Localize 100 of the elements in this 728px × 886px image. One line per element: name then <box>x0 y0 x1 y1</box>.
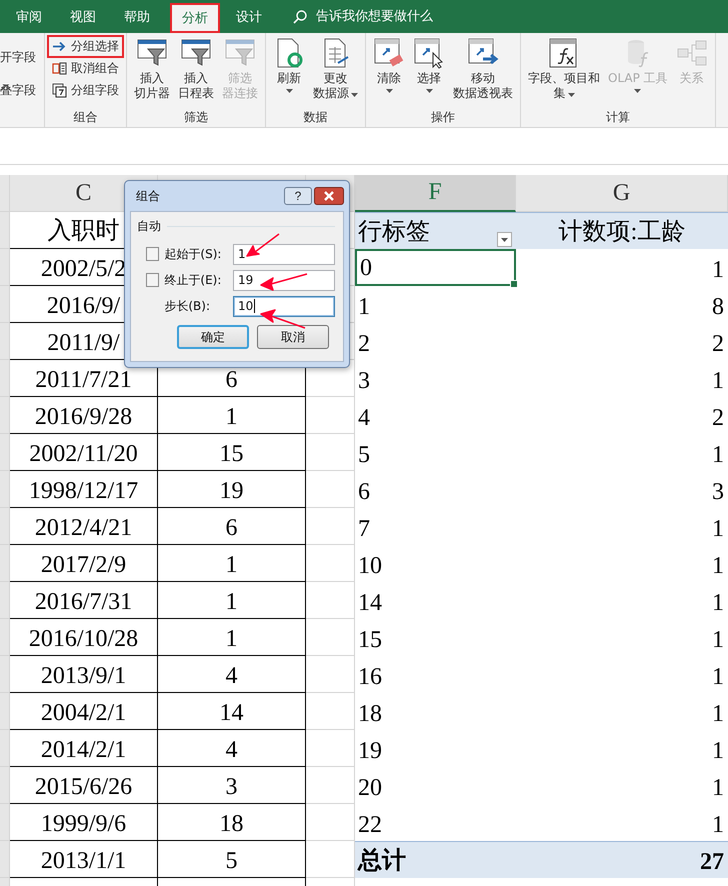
checkbox[interactable] <box>146 273 160 287</box>
ribbon-command[interactable]: 选择 <box>410 35 448 109</box>
column-header[interactable]: F <box>355 175 516 212</box>
group-label: 计算 <box>604 109 631 126</box>
pivot-label-cell[interactable]: 4 <box>355 397 516 434</box>
ribbon-command[interactable]: 插入 切片器 <box>131 35 173 109</box>
search-icon <box>292 8 308 24</box>
table-cell: 1998/12/17 <box>10 471 158 508</box>
ribbon-command[interactable]: 取消组合 <box>49 59 122 78</box>
table-cell: 4 <box>158 656 306 693</box>
table-cell: 14 <box>158 693 306 730</box>
table-cell: 2016/9/28 <box>10 397 158 434</box>
row-header[interactable] <box>0 545 10 582</box>
row-header[interactable] <box>0 841 10 878</box>
ribbon-command[interactable]: 分组字段 <box>49 81 122 100</box>
pivot-label-cell[interactable]: 6 <box>355 471 516 508</box>
calendar-icon <box>52 83 67 98</box>
ribbon-command[interactable]: 更改 数据源 <box>310 35 361 109</box>
pivot-label-cell[interactable]: 5 <box>355 434 516 471</box>
ribbon-command[interactable]: 字段、项目和 集 <box>525 35 603 109</box>
row-header[interactable] <box>0 619 10 656</box>
row-header[interactable] <box>0 693 10 730</box>
pivot-label-cell[interactable]: 15 <box>355 619 516 656</box>
pivot-value-cell-text: 1 <box>711 700 725 729</box>
row-header[interactable] <box>0 249 10 286</box>
arrow-icon <box>52 39 67 54</box>
pivot-label-cell[interactable]: 7 <box>355 508 516 545</box>
pivot-value-header: 计数项:工龄 <box>516 212 728 249</box>
ungroup-icon <box>52 61 67 76</box>
row-header[interactable] <box>0 767 10 804</box>
group-label: 操作 <box>430 109 456 126</box>
dialog-button[interactable]: 确定 <box>177 325 249 349</box>
pivot-label-cell[interactable]: 16 <box>355 656 516 693</box>
input-field[interactable]: 19 <box>233 270 335 290</box>
pivot-label-cell[interactable]: 20 <box>355 767 516 804</box>
ribbon-tab[interactable]: 审阅 <box>4 0 54 33</box>
checkbox[interactable] <box>146 247 160 261</box>
row-header[interactable] <box>0 804 10 841</box>
row-header[interactable] <box>0 730 10 767</box>
input-field[interactable]: 1 <box>233 244 335 264</box>
row-header[interactable] <box>0 508 10 545</box>
ribbon-command[interactable]: 分组选择 <box>49 37 122 56</box>
caret-icon <box>634 89 642 94</box>
ribbon-command[interactable]: 清除 <box>370 35 408 109</box>
table-cell: 3 <box>158 767 306 804</box>
pivot-value-cell-text: 3 <box>711 478 725 507</box>
pivot-label-cell[interactable]: 1 <box>355 286 516 323</box>
close-icon <box>323 191 335 201</box>
close-button[interactable] <box>314 187 344 205</box>
column-header[interactable]: G <box>516 175 728 212</box>
ribbon-command[interactable]: 叠字段 <box>0 82 44 99</box>
pivot-label-cell[interactable]: 0 <box>355 249 516 286</box>
corner-header[interactable] <box>0 175 10 212</box>
pivot-label-cell[interactable]: 18 <box>355 693 516 730</box>
row-header[interactable] <box>0 286 10 323</box>
table-cell: 1 <box>158 582 306 619</box>
filter-dropdown-icon[interactable] <box>497 232 512 247</box>
dialog-button[interactable]: 取消 <box>257 325 329 349</box>
row-header[interactable] <box>0 582 10 619</box>
group-label: 数据 <box>302 109 328 126</box>
row-header[interactable] <box>0 212 10 249</box>
pivot-label-cell[interactable]: 14 <box>355 582 516 619</box>
pivot-label-cell[interactable]: 3 <box>355 360 516 397</box>
caret-icon <box>351 92 358 98</box>
row-header[interactable] <box>0 434 10 471</box>
ribbon-tab[interactable]: 分析 <box>170 3 220 33</box>
row-header[interactable] <box>0 323 10 360</box>
pivot-label-cell[interactable]: 19 <box>355 730 516 767</box>
field-label: 起始于(S): <box>164 246 222 262</box>
pivot-label-cell[interactable]: 2 <box>355 323 516 360</box>
ribbon-command[interactable]: 移动 数据透视表 <box>450 35 516 109</box>
pivot-value-cell-text: 1 <box>711 774 725 803</box>
pivot-label-cell[interactable]: 22 <box>355 804 516 841</box>
group-label: 组合 <box>72 109 98 126</box>
pivot-label-cell[interactable]: 10 <box>355 545 516 582</box>
pivot-value-cell-text: 2 <box>711 404 725 433</box>
table-cell: 1 <box>158 619 306 656</box>
row-header[interactable] <box>0 360 10 397</box>
help-button[interactable]: ? <box>284 187 312 205</box>
clear-icon <box>373 37 405 69</box>
row-header[interactable] <box>0 471 10 508</box>
table-cell: 4 <box>158 730 306 767</box>
pivot-value-cell-text: 1 <box>711 589 725 618</box>
input-field[interactable]: 10 <box>233 296 335 316</box>
ribbon-tab[interactable]: 视图 <box>58 0 108 33</box>
ribbon-command[interactable]: 刷新 <box>270 35 308 109</box>
pivot-value-cell-text: 1 <box>711 441 725 470</box>
row-header[interactable] <box>0 397 10 434</box>
pivot-total-value: 27 <box>516 841 728 878</box>
ribbon-command[interactable]: 插入 日程表 <box>175 35 217 109</box>
select-icon <box>413 37 445 69</box>
row-header[interactable] <box>0 656 10 693</box>
ribbon-command[interactable]: 开字段 <box>0 49 44 66</box>
fill-handle[interactable] <box>510 280 518 288</box>
pivot-value-cell-text: 8 <box>711 293 725 322</box>
caret-icon <box>286 89 292 94</box>
pivot-value-cell-text: 1 <box>711 552 725 581</box>
ribbon-tab[interactable]: 帮助 <box>112 0 162 33</box>
ribbon-tab[interactable]: 设计 <box>224 0 274 33</box>
tell-me-field[interactable]: 告诉我你想要做什么 <box>314 8 478 25</box>
